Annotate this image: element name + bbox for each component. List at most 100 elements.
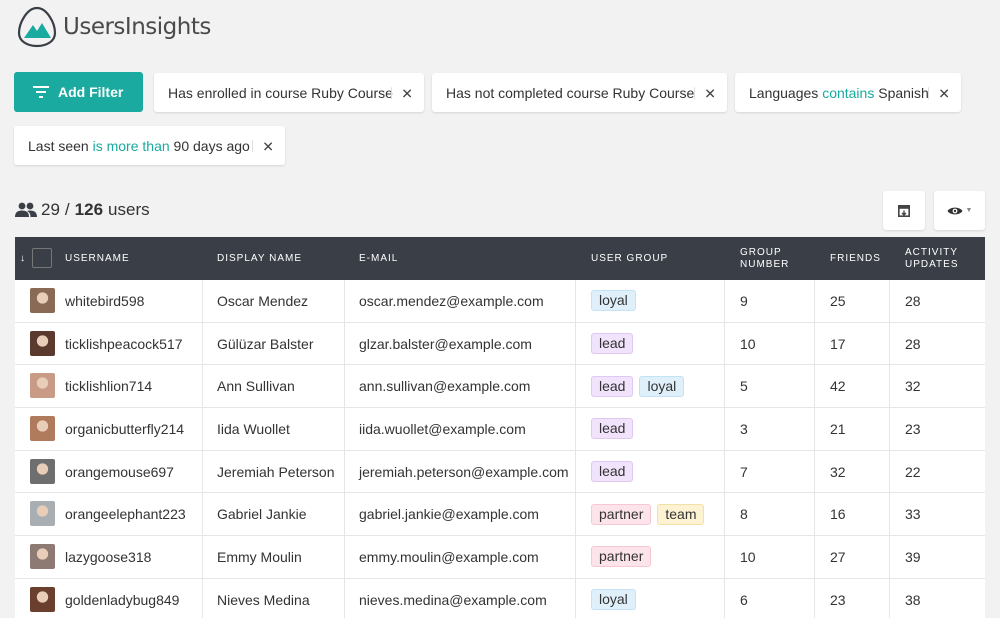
mountain-logo-icon	[17, 6, 57, 48]
cell-user-group: partner team	[591, 493, 710, 535]
close-icon[interactable]: ✕	[252, 138, 274, 155]
cell-email: emmy.moulin@example.com	[359, 548, 539, 565]
cell-activity-updates: 39	[905, 548, 921, 565]
cell-email: iida.wuollet@example.com	[359, 420, 526, 437]
cell-username[interactable]: ticklishpeacock517	[65, 323, 183, 365]
cell-friends: 25	[830, 292, 846, 309]
column-header-group-number[interactable]: Group Number	[740, 237, 810, 280]
table-row[interactable]: whitebird598 Oscar Mendez oscar.mendez@e…	[15, 280, 985, 323]
column-header-display-name[interactable]: Display Name	[217, 237, 302, 280]
select-all-checkbox[interactable]	[32, 248, 52, 268]
users-table: ↓ Username Display Name E-mail User Grou…	[15, 237, 985, 618]
cell-username[interactable]: whitebird598	[65, 280, 144, 322]
cell-email: ann.sullivan@example.com	[359, 378, 531, 395]
cell-email: gabriel.jankie@example.com	[359, 506, 539, 523]
table-row[interactable]: ticklishpeacock517 Gülüzar Balster glzar…	[15, 322, 985, 366]
filter-text: Has not completed course Ruby Course	[446, 84, 695, 101]
avatar[interactable]	[30, 458, 55, 484]
column-visibility-button[interactable]: ▼	[934, 191, 985, 230]
cell-user-group: loyal	[591, 280, 642, 322]
cell-username[interactable]: goldenladybug849	[65, 579, 179, 618]
export-button[interactable]	[883, 191, 925, 230]
app-logo[interactable]: UsersInsights	[15, 5, 211, 49]
avatar[interactable]	[30, 544, 55, 570]
group-tag-lead: lead	[591, 333, 634, 355]
group-tag-lead: lead	[591, 375, 634, 397]
cell-display-name: Nieves Medina	[217, 591, 310, 608]
cell-group-number: 5	[740, 378, 748, 395]
cell-friends: 23	[830, 591, 846, 608]
cell-friends: 42	[830, 378, 846, 395]
filter-operator: is more than	[92, 137, 170, 154]
filtered-count: 29	[41, 200, 60, 219]
table-row[interactable]: orangemouse697 Jeremiah Peterson jeremia…	[15, 450, 985, 494]
avatar[interactable]	[30, 416, 55, 442]
cell-activity-updates: 28	[905, 335, 921, 352]
cell-group-number: 7	[740, 463, 748, 480]
cell-display-name: Jeremiah Peterson	[217, 463, 335, 480]
table-row[interactable]: lazygoose318 Emmy Moulin emmy.moulin@exa…	[15, 536, 985, 579]
cell-group-number: 3	[740, 420, 748, 437]
user-count-summary: 29 / 126 users	[15, 198, 150, 222]
avatar[interactable]	[30, 373, 55, 399]
cell-group-number: 10	[740, 335, 756, 352]
filter-value: Spanish	[874, 84, 929, 101]
sort-indicator[interactable]: ↓	[20, 237, 26, 280]
total-count: 126	[74, 200, 104, 219]
close-icon[interactable]: ✕	[694, 85, 716, 102]
users-icon	[15, 202, 37, 217]
eye-icon	[947, 207, 963, 214]
group-tag-team: team	[657, 503, 705, 525]
close-icon[interactable]: ✕	[391, 85, 413, 102]
avatar[interactable]	[30, 586, 55, 612]
cell-group-number: 9	[740, 292, 748, 309]
cell-user-group: lead loyal	[591, 365, 690, 407]
group-tag-partner: partner	[591, 546, 652, 568]
cell-friends: 27	[830, 548, 846, 565]
column-header-email[interactable]: E-mail	[359, 237, 398, 280]
avatar[interactable]	[30, 501, 55, 527]
cell-user-group: partner	[591, 536, 657, 578]
column-header-activity-updates[interactable]: Activity Updates	[905, 237, 975, 280]
cell-friends: 21	[830, 420, 846, 437]
table-row[interactable]: organicbutterfly214 Iida Wuollet iida.wu…	[15, 408, 985, 451]
cell-display-name: Oscar Mendez	[217, 292, 309, 309]
cell-user-group: loyal	[591, 579, 642, 618]
cell-friends: 17	[830, 335, 846, 352]
filter-chip-not-completed[interactable]: Has not completed course Ruby Course ✕	[432, 73, 727, 112]
table-row[interactable]: orangeelephant223 Gabriel Jankie gabriel…	[15, 493, 985, 537]
cell-display-name: Emmy Moulin	[217, 548, 302, 565]
export-icon	[898, 204, 910, 217]
table-header: ↓ Username Display Name E-mail User Grou…	[15, 237, 985, 280]
filter-lines-icon	[33, 86, 49, 98]
cell-username[interactable]: organicbutterfly214	[65, 408, 184, 450]
avatar[interactable]	[30, 330, 55, 356]
filter-chip-languages[interactable]: Languages contains Spanish ✕	[735, 73, 961, 112]
table-body: whitebird598 Oscar Mendez oscar.mendez@e…	[15, 280, 985, 618]
cell-email: oscar.mendez@example.com	[359, 292, 544, 309]
cell-display-name: Ann Sullivan	[217, 378, 295, 395]
filter-chip-enrolled[interactable]: Has enrolled in course Ruby Course ✕	[154, 73, 424, 112]
group-tag-lead: lead	[591, 461, 634, 483]
avatar[interactable]	[30, 288, 55, 313]
cell-user-group: lead	[591, 451, 639, 493]
add-filter-button[interactable]: Add Filter	[14, 72, 143, 112]
cell-display-name: Iida Wuollet	[217, 420, 290, 437]
table-row[interactable]: goldenladybug849 Nieves Medina nieves.me…	[15, 578, 985, 618]
cell-activity-updates: 22	[905, 463, 921, 480]
cell-friends: 16	[830, 506, 846, 523]
cell-group-number: 6	[740, 591, 748, 608]
table-row[interactable]: ticklishlion714 Ann Sullivan ann.sulliva…	[15, 365, 985, 409]
close-icon[interactable]: ✕	[928, 85, 950, 102]
filter-text: Languages	[749, 84, 823, 101]
cell-username[interactable]: orangeelephant223	[65, 493, 186, 535]
column-header-friends[interactable]: Friends	[830, 237, 881, 280]
cell-username[interactable]: lazygoose318	[65, 536, 151, 578]
column-header-user-group[interactable]: User Group	[591, 237, 668, 280]
column-header-username[interactable]: Username	[65, 237, 130, 280]
cell-user-group: lead	[591, 323, 639, 365]
cell-username[interactable]: orangemouse697	[65, 451, 174, 493]
filter-chip-last-seen[interactable]: Last seen is more than 90 days ago ✕	[14, 126, 285, 165]
group-tag-loyal: loyal	[591, 290, 636, 312]
cell-username[interactable]: ticklishlion714	[65, 365, 152, 407]
